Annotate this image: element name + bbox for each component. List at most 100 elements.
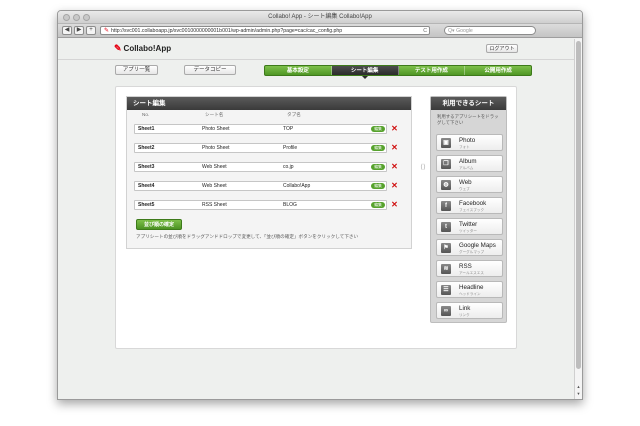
sheet-type-sub: フォト <box>459 145 470 149</box>
sheet-name: Photo Sheet <box>202 145 230 151</box>
sheet-type-web[interactable]: ◍ Web ウェブ <box>436 176 503 193</box>
sheet-type-facebook[interactable]: f Facebook フェイスブック <box>436 197 503 214</box>
close-window-button[interactable] <box>63 14 70 21</box>
map-flag-icon: ⚑ <box>441 243 451 253</box>
search-input[interactable]: Q▾ Google <box>444 26 536 35</box>
sheet-name: Web Sheet <box>202 164 227 170</box>
sheet-name: Web Sheet <box>202 183 227 189</box>
edit-button[interactable]: 編集 <box>371 202 385 208</box>
sheet-type-label: Headline <box>459 284 484 291</box>
tab-basic-settings[interactable]: 基本設定 <box>265 66 332 75</box>
sheet-name: RSS Sheet <box>202 202 227 208</box>
tab-test-build[interactable]: テスト用作成 <box>399 66 466 75</box>
edit-button[interactable]: 編集 <box>371 183 385 189</box>
album-icon: ❐ <box>441 159 451 169</box>
logo-mark-icon: ✎ <box>114 43 122 53</box>
delete-icon[interactable]: ✕ <box>391 181 398 191</box>
delete-icon[interactable]: ✕ <box>391 124 398 134</box>
sheet-no: Sheet5 <box>138 202 155 208</box>
sheet-type-sub: リンク <box>459 313 470 317</box>
sheet-type-label: Twitter <box>459 221 478 228</box>
delete-icon[interactable]: ✕ <box>391 200 398 210</box>
table-row[interactable]: Sheet5 RSS Sheet BLOG 編集 <box>134 200 387 210</box>
tab-name: TOP <box>283 126 294 132</box>
sheet-no: Sheet4 <box>138 183 155 189</box>
sheet-type-label: Facebook <box>459 200 487 207</box>
column-tab-name: タブ名 <box>287 112 301 117</box>
window-title: Collabo! App - シート編集 Collabo!App <box>268 14 372 20</box>
zoom-window-button[interactable] <box>83 14 90 21</box>
address-bar[interactable]: ✎ http://svc001.collaboapp.jp/svc0010000… <box>100 26 430 35</box>
scroll-down-icon[interactable]: ▼ <box>576 391 581 396</box>
tab-name: Profile <box>283 145 298 151</box>
table-row[interactable]: Sheet4 Web Sheet Collabo!App 編集 <box>134 181 387 191</box>
sheet-edit-title: シート編集 <box>127 97 411 110</box>
content-panel: シート編集 No. シート名 タブ名 Sheet1 Photo Sheet TO… <box>115 86 517 349</box>
sheet-type-label: RSS <box>459 263 472 270</box>
headline-icon: ☰ <box>441 285 451 295</box>
sheet-type-sub: ウェブ <box>459 187 470 191</box>
save-order-button[interactable]: 並び順の確定 <box>136 219 182 230</box>
edit-button[interactable]: 編集 <box>371 145 385 151</box>
sheet-type-sub: グーグルマップ <box>459 250 485 254</box>
link-icon: ∞ <box>441 306 451 316</box>
back-button[interactable]: ◀ <box>62 26 72 35</box>
sheet-type-label: Photo <box>459 137 476 144</box>
available-sheets-desc: 利用するアプリシートをドラッグして下さい <box>437 114 499 125</box>
sheet-type-sub: フェイスブック <box>459 208 485 212</box>
column-sheet-name: シート名 <box>205 112 224 117</box>
sheet-type-headline[interactable]: ☰ Headline ヘッドライン <box>436 281 503 298</box>
sheet-no: Sheet3 <box>138 164 155 170</box>
delete-icon[interactable]: ✕ <box>391 162 398 172</box>
vertical-scrollbar[interactable]: ▲ ▼ <box>574 39 582 399</box>
sheet-type-album[interactable]: ❐ Album アルバム <box>436 155 503 172</box>
logo-text: Collabo!App <box>123 44 172 53</box>
title-bar: Collabo! App - シート編集 Collabo!App <box>58 11 582 24</box>
column-no: No. <box>142 112 150 117</box>
sheet-type-label: Google Maps <box>459 242 496 249</box>
table-row[interactable]: Sheet3 Web Sheet co.jp 編集 <box>134 162 387 172</box>
sheet-type-google-maps[interactable]: ⚑ Google Maps グーグルマップ <box>436 239 503 256</box>
tab-name: BLOG <box>283 202 297 208</box>
browser-window: Collabo! App - シート編集 Collabo!App ◀ ▶ + ✎… <box>57 10 583 400</box>
table-row[interactable]: Sheet2 Photo Sheet Profile 編集 <box>134 143 387 153</box>
data-copy-button[interactable]: データコピー <box>184 65 236 75</box>
available-sheets-title: 利用できるシート <box>431 97 506 110</box>
logout-button[interactable]: ログアウト <box>486 44 518 53</box>
sheet-type-photo[interactable]: ▣ Photo フォト <box>436 134 503 151</box>
scroll-up-icon[interactable]: ▲ <box>576 384 581 389</box>
sheet-table-header: No. シート名 タブ名 <box>127 110 411 119</box>
address-url: http://svc001.collaboapp.jp/svc001000000… <box>111 27 343 34</box>
scrollbar-thumb[interactable] <box>576 41 581 369</box>
add-bookmark-button[interactable]: + <box>86 26 96 35</box>
sheet-type-label: Album <box>459 158 477 165</box>
table-row[interactable]: Sheet1 Photo Sheet TOP 編集 <box>134 124 387 134</box>
rss-icon: ≋ <box>441 264 451 274</box>
minimize-window-button[interactable] <box>73 14 80 21</box>
drag-divider-icon[interactable]: ⟨⟩ <box>420 163 426 173</box>
sheet-type-twitter[interactable]: t Twitter ツイッター <box>436 218 503 235</box>
web-icon: ◍ <box>441 180 451 190</box>
tab-name: Collabo!App <box>283 183 311 189</box>
sheet-type-label: Link <box>459 305 471 312</box>
app-header: ✎ Collabo!App ログアウト <box>58 39 574 57</box>
tab-sheet-edit[interactable]: シート編集 <box>331 66 399 79</box>
sheet-type-sub: アールエスエス <box>459 271 484 275</box>
edit-button[interactable]: 編集 <box>371 164 385 170</box>
sheet-no: Sheet2 <box>138 145 155 151</box>
edit-button[interactable]: 編集 <box>371 126 385 132</box>
sheet-type-link[interactable]: ∞ Link リンク <box>436 302 503 319</box>
reload-icon[interactable]: C <box>423 27 429 35</box>
sheet-type-rss[interactable]: ≋ RSS アールエスエス <box>436 260 503 277</box>
facebook-icon: f <box>441 201 451 211</box>
header-divider <box>58 59 574 60</box>
tab-public-build[interactable]: 公開用作成 <box>465 66 531 75</box>
app-logo[interactable]: ✎ Collabo!App <box>114 43 171 54</box>
help-text: アプリシートの並び順をドラッグアンドドロップで変更して、「並び順の確定」ボタンを… <box>136 234 359 239</box>
sheet-type-sub: ヘッドライン <box>459 292 481 296</box>
app-list-button[interactable]: アプリ一覧 <box>115 65 158 75</box>
forward-button[interactable]: ▶ <box>74 26 84 35</box>
sheet-type-label: Web <box>459 179 472 186</box>
delete-icon[interactable]: ✕ <box>391 143 398 153</box>
photo-icon: ▣ <box>441 138 451 148</box>
